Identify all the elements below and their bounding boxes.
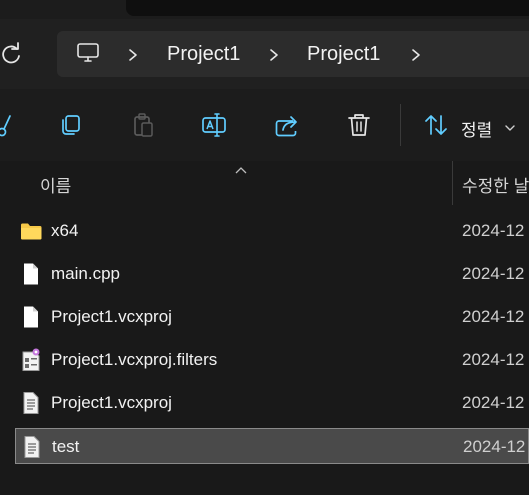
name-column-header[interactable]: 이름 (40, 172, 71, 197)
active-tab-area[interactable] (126, 0, 529, 16)
file-row[interactable]: Project1.vcxproj.filters 2024-12 (15, 342, 529, 378)
address-bar[interactable]: Project1 Project1 (57, 31, 529, 77)
breadcrumb-item[interactable]: Project1 (167, 43, 240, 65)
file-row[interactable]: Project1.vcxproj 2024-12 (15, 385, 529, 421)
file-name: Project1.vcxproj.filters (51, 350, 218, 369)
toolbar-divider (400, 104, 401, 146)
sort-button[interactable]: 정렬 (461, 116, 492, 141)
file-row[interactable]: Project1.vcxproj 2024-12 (15, 299, 529, 335)
copy-icon[interactable] (57, 111, 85, 139)
chevron-right-icon[interactable] (266, 47, 282, 63)
text-file-icon (20, 391, 42, 415)
file-name: Project1.vcxproj (51, 393, 172, 412)
column-divider[interactable] (452, 161, 453, 205)
share-icon[interactable] (273, 111, 301, 139)
file-name: x64 (51, 221, 79, 240)
file-icon (20, 305, 42, 329)
paste-icon[interactable] (129, 111, 157, 139)
file-row[interactable]: main.cpp 2024-12 (15, 256, 529, 292)
cut-icon[interactable] (0, 111, 16, 139)
rename-icon[interactable] (200, 111, 228, 139)
refresh-icon[interactable] (0, 42, 22, 66)
filters-file-icon (20, 348, 42, 372)
file-date: 2024-12 (462, 221, 525, 240)
file-date: 2024-12 (463, 437, 526, 456)
command-bar: 정렬 (0, 89, 529, 162)
breadcrumb-item[interactable]: Project1 (307, 43, 380, 65)
this-pc-icon[interactable] (76, 42, 100, 64)
file-name: main.cpp (51, 264, 120, 283)
sort-ascending-icon (234, 161, 248, 174)
sort-icon[interactable] (422, 111, 450, 139)
file-row-selected[interactable]: test 2024-12 (15, 428, 529, 464)
chevron-down-icon[interactable] (503, 121, 517, 133)
file-date: 2024-12 (462, 350, 525, 369)
text-file-icon (21, 435, 43, 459)
file-row[interactable]: x64 2024-12 (15, 213, 529, 249)
chevron-right-icon[interactable] (125, 47, 141, 63)
file-name: test (52, 437, 80, 456)
chevron-right-icon[interactable] (408, 47, 424, 63)
folder-icon (20, 219, 42, 243)
file-name: Project1.vcxproj (51, 307, 172, 326)
delete-icon[interactable] (345, 111, 373, 139)
file-date: 2024-12 (462, 264, 525, 283)
title-bar (0, 0, 529, 19)
date-column-header[interactable]: 수정한 날 (462, 172, 529, 197)
column-header: 이름 수정한 날 (0, 161, 529, 205)
file-icon (20, 262, 42, 286)
file-date: 2024-12 (462, 393, 525, 412)
file-date: 2024-12 (462, 307, 525, 326)
